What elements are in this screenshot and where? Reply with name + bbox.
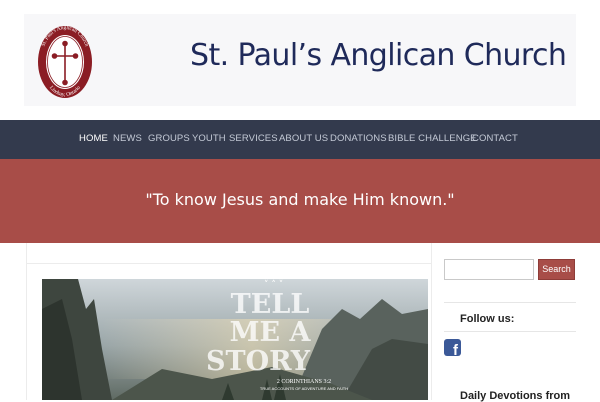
sidebar-divider [444, 302, 576, 303]
church-logo[interactable]: St. Paul's Anglican Church Lindsay, Onta… [36, 24, 94, 100]
sidebar-divider [444, 331, 576, 332]
image-title-line-2: ME A [230, 317, 312, 348]
nav-item-bible-challenge[interactable]: BIBLE CHALLENGE [388, 133, 477, 144]
image-subcaption: TRUE ACCOUNTS OF ADVENTURE AND FAITH [260, 386, 348, 391]
nav-item-donations[interactable]: DONATIONS [330, 133, 387, 144]
nav-item-contact[interactable]: CONTACT [472, 133, 518, 144]
nav-item-home[interactable]: HOME [79, 133, 108, 144]
hero-tagline: "To know Jesus and make Him known." [145, 190, 455, 209]
featured-post-image[interactable]: ˅ ˄ ˅ TELL ME A STORY 2 CORINTHIANS 3:2 … [42, 279, 428, 400]
main-column-divider [26, 263, 432, 264]
search-button[interactable]: Search [538, 259, 575, 280]
nav-item-about-us[interactable]: ABOUT US [279, 133, 328, 144]
daily-devotions-heading: Daily Devotions from [460, 390, 571, 402]
follow-us-heading: Follow us: [460, 313, 515, 325]
image-title-line-3: STORY [206, 346, 311, 377]
image-caption: 2 CORINTHIANS 3:2 [277, 379, 331, 385]
nav-item-youth[interactable]: YOUTH [192, 133, 226, 144]
hero-banner: "To know Jesus and make Him known." [0, 159, 600, 243]
main-navigation: HOME NEWS GROUPS YOUTH SERVICES ABOUT US… [0, 120, 600, 159]
site-title[interactable]: St. Paul’s Anglican Church [190, 38, 567, 73]
nav-item-groups[interactable]: GROUPS [148, 133, 190, 144]
nav-item-services[interactable]: SERVICES [229, 133, 278, 144]
nav-item-news[interactable]: NEWS [113, 133, 142, 144]
search-input[interactable] [444, 259, 534, 280]
image-title-line-1: TELL [231, 289, 310, 320]
facebook-icon[interactable]: f [444, 339, 461, 356]
